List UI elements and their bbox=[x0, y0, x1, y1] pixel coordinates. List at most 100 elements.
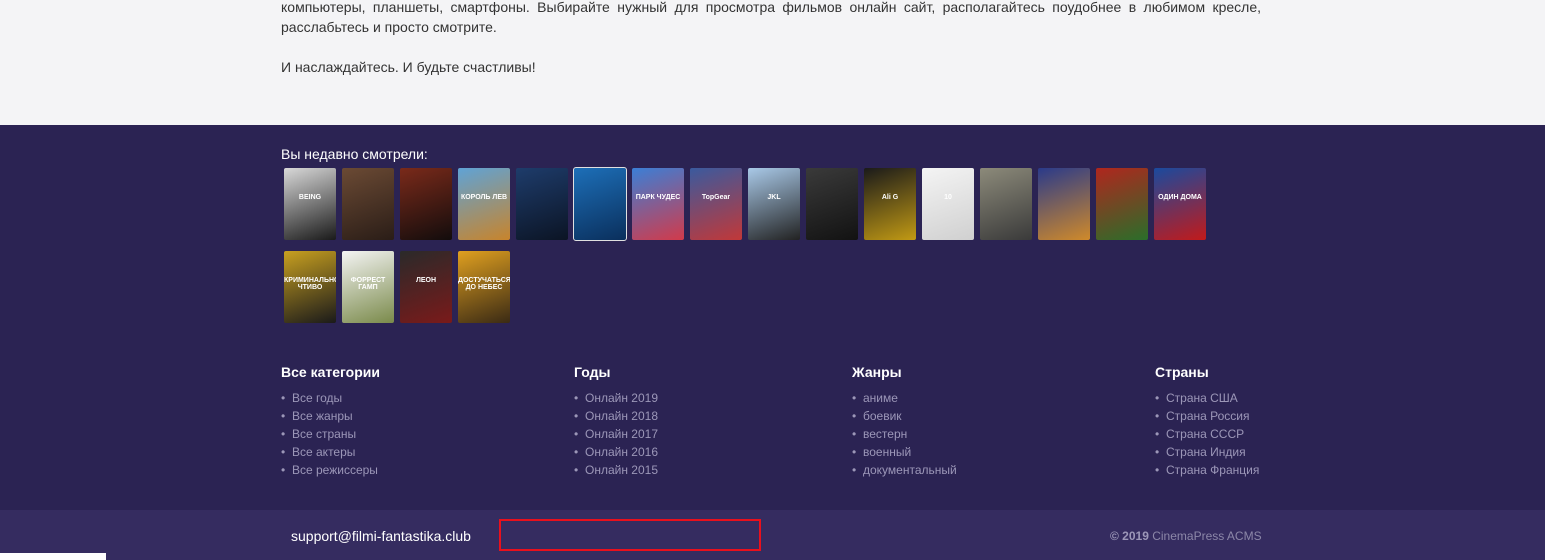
recent-movie-poster[interactable] bbox=[1038, 168, 1090, 240]
recent-movie-poster[interactable]: КОРОЛЬ ЛЕВ bbox=[458, 168, 510, 240]
footer-link[interactable]: • Страна Франция bbox=[1155, 461, 1259, 479]
recent-movie-poster[interactable]: ДОСТУЧАТЬСЯ ДО НЕБЕС bbox=[458, 251, 510, 323]
recent-movie-poster[interactable] bbox=[516, 168, 568, 240]
bullet-icon: • bbox=[852, 445, 857, 459]
bullet-icon: • bbox=[852, 391, 857, 405]
description-closing: И наслаждайтесь. И будьте счастливы! bbox=[281, 59, 536, 75]
poster-title: ДОСТУЧАТЬСЯ ДО НЕБЕС bbox=[458, 277, 510, 291]
footer-link-label: Онлайн 2019 bbox=[585, 391, 658, 405]
poster-title: Ali G bbox=[881, 194, 899, 201]
footer-link-label: Все жанры bbox=[292, 409, 353, 423]
footer-link-label: Онлайн 2017 bbox=[585, 427, 658, 441]
bullet-icon: • bbox=[281, 391, 286, 405]
corner-strip bbox=[0, 553, 106, 560]
recent-movie-poster[interactable]: JKL bbox=[748, 168, 800, 240]
recent-movie-poster[interactable] bbox=[573, 167, 627, 241]
footer-list-categories: • Все годы • Все жанры • Все страны • Все актер… bbox=[281, 389, 378, 479]
copyright-year: © 2019 bbox=[1110, 529, 1149, 543]
footer-link[interactable]: • Онлайн 2019 bbox=[574, 389, 658, 407]
footer-link-label: Онлайн 2015 bbox=[585, 463, 658, 477]
footer-link[interactable]: • Все годы bbox=[281, 389, 378, 407]
recent-movie-poster[interactable]: ФОРРЕСТ ГАМП bbox=[342, 251, 394, 323]
footer-link[interactable]: • Онлайн 2016 bbox=[574, 443, 658, 461]
footer-link[interactable]: • Страна США bbox=[1155, 389, 1259, 407]
footer-col-title-countries: Страны bbox=[1155, 364, 1209, 380]
recent-movie-poster[interactable]: TopGear bbox=[690, 168, 742, 240]
footer-link[interactable]: • Онлайн 2017 bbox=[574, 425, 658, 443]
footer-link-label: Страна Франция bbox=[1166, 463, 1260, 477]
footer-link-label: военный bbox=[863, 445, 912, 459]
footer-link-label: Все режиссеры bbox=[292, 463, 378, 477]
footer-link[interactable]: • Онлайн 2015 bbox=[574, 461, 658, 479]
footer-link-label: Все актеры bbox=[292, 445, 356, 459]
footer-link[interactable]: • Все страны bbox=[281, 425, 378, 443]
poster-title: ПАРК ЧУДЕС bbox=[635, 194, 681, 201]
poster-title: КРИМИНАЛЬНОЕ ЧТИВО bbox=[284, 277, 336, 291]
bullet-icon: • bbox=[281, 427, 286, 441]
recent-movie-poster[interactable] bbox=[806, 168, 858, 240]
poster-title: BEING bbox=[298, 194, 322, 201]
poster-title: TopGear bbox=[701, 194, 731, 201]
bullet-icon: • bbox=[852, 427, 857, 441]
bullet-icon: • bbox=[281, 463, 286, 477]
recent-movie-poster[interactable] bbox=[1096, 168, 1148, 240]
footer-link[interactable]: • боевик bbox=[852, 407, 957, 425]
poster-title: ОДИН ДОМА bbox=[1158, 194, 1202, 201]
recent-movie-poster[interactable]: КРИМИНАЛЬНОЕ ЧТИВО bbox=[284, 251, 336, 323]
copyright-brand-link[interactable]: CinemaPress ACMS bbox=[1152, 529, 1261, 543]
recent-movie-poster[interactable]: ЛЕОН bbox=[400, 251, 452, 323]
recent-movie-poster[interactable]: ОДИН ДОМА bbox=[1154, 168, 1206, 240]
support-email-link[interactable]: support@filmi-fantastika.club bbox=[291, 528, 471, 544]
bullet-icon: • bbox=[281, 409, 286, 423]
bullet-icon: • bbox=[852, 409, 857, 423]
footer-bottom-bar: support@filmi-fantastika.club © 2019 Cin… bbox=[0, 510, 1545, 560]
footer-link[interactable]: • Страна СССР bbox=[1155, 425, 1259, 443]
footer-link[interactable]: • вестерн bbox=[852, 425, 957, 443]
recently-watched-title: Вы недавно смотрели: bbox=[281, 146, 428, 162]
footer-link-label: Страна СССР bbox=[1166, 427, 1245, 441]
footer-link[interactable]: • Все жанры bbox=[281, 407, 378, 425]
bullet-icon: • bbox=[1155, 445, 1160, 459]
recent-movie-poster[interactable]: ПАРК ЧУДЕС bbox=[632, 168, 684, 240]
recent-movie-poster[interactable] bbox=[400, 168, 452, 240]
poster-title: 10 bbox=[944, 194, 952, 201]
bullet-icon: • bbox=[1155, 427, 1160, 441]
footer-link[interactable]: • документальный bbox=[852, 461, 957, 479]
description-section: компьютеры, планшеты, смартфоны. Выбирай… bbox=[0, 0, 1545, 125]
footer-link[interactable]: • Страна Россия bbox=[1155, 407, 1259, 425]
description-paragraph: компьютеры, планшеты, смартфоны. Выбирай… bbox=[281, 0, 1261, 35]
footer-link[interactable]: • Страна Индия bbox=[1155, 443, 1259, 461]
recent-movie-poster[interactable]: BEING bbox=[284, 168, 336, 240]
footer-link[interactable]: • аниме bbox=[852, 389, 957, 407]
footer-list-countries: • Страна США • Страна Россия • Страна СССР • Ст… bbox=[1155, 389, 1259, 479]
footer-col-title-categories: Все категории bbox=[281, 364, 380, 380]
footer-link-label: Онлайн 2018 bbox=[585, 409, 658, 423]
footer-link-label: Страна Индия bbox=[1166, 445, 1246, 459]
footer-link[interactable]: • Онлайн 2018 bbox=[574, 407, 658, 425]
footer-link-label: Все годы bbox=[292, 391, 343, 405]
bullet-icon: • bbox=[574, 427, 579, 441]
bullet-icon: • bbox=[1155, 463, 1160, 477]
bullet-icon: • bbox=[574, 391, 579, 405]
footer-link[interactable]: • военный bbox=[852, 443, 957, 461]
footer: Вы недавно смотрели: BEING КОРОЛЬ ЛЕВ ПАРК… bbox=[0, 125, 1545, 510]
highlight-box bbox=[499, 519, 761, 551]
footer-link[interactable]: • Все режиссеры bbox=[281, 461, 378, 479]
footer-list-genres: • аниме • боевик • вестерн • военный • документал… bbox=[852, 389, 957, 479]
bullet-icon: • bbox=[574, 445, 579, 459]
bullet-icon: • bbox=[852, 463, 857, 477]
footer-link[interactable]: • Все актеры bbox=[281, 443, 378, 461]
recent-movie-poster[interactable]: Ali G bbox=[864, 168, 916, 240]
footer-link-label: вестерн bbox=[863, 427, 908, 441]
recent-movie-poster[interactable] bbox=[342, 168, 394, 240]
footer-list-years: • Онлайн 2019 • Онлайн 2018 • Онлайн 2017 • Онл… bbox=[574, 389, 658, 479]
copyright: © 2019 CinemaPress ACMS bbox=[1110, 529, 1262, 543]
bullet-icon: • bbox=[1155, 391, 1160, 405]
bullet-icon: • bbox=[281, 445, 286, 459]
footer-link-label: Все страны bbox=[292, 427, 357, 441]
recent-movie-poster[interactable] bbox=[980, 168, 1032, 240]
footer-link-label: боевик bbox=[863, 409, 902, 423]
poster-title: JKL bbox=[767, 194, 781, 201]
recent-movie-poster[interactable]: 10 bbox=[922, 168, 974, 240]
footer-link-label: Страна США bbox=[1166, 391, 1238, 405]
